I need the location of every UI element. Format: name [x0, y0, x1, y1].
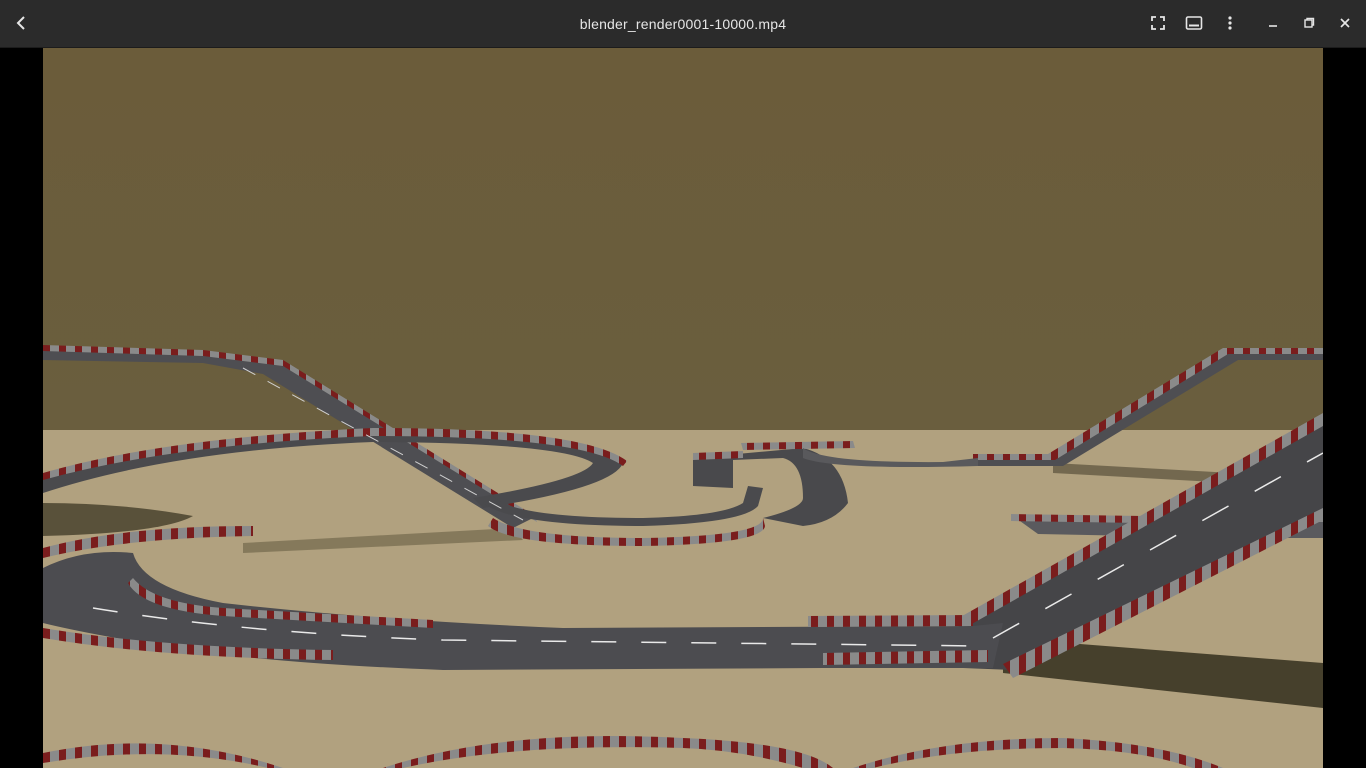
back-button[interactable] — [6, 8, 36, 38]
menu-button[interactable] — [1215, 8, 1245, 38]
restore-button[interactable] — [1294, 8, 1324, 38]
close-icon — [1340, 18, 1350, 28]
restore-icon — [1304, 17, 1315, 28]
video-render-scene — [43, 48, 1323, 768]
minimize-button[interactable] — [1258, 8, 1288, 38]
track-barrier — [808, 615, 973, 627]
fullscreen-icon — [1151, 16, 1165, 30]
fullscreen-button[interactable] — [1143, 8, 1173, 38]
close-button[interactable] — [1330, 8, 1360, 38]
video-frame[interactable] — [43, 48, 1323, 768]
video-stage[interactable] — [0, 48, 1366, 768]
title-bar: blender_render0001-10000.mp4 — [0, 0, 1366, 48]
subtitles-icon — [1185, 16, 1203, 30]
kebab-menu-icon — [1228, 16, 1232, 30]
sky — [43, 48, 1323, 438]
subtitles-button[interactable] — [1179, 8, 1209, 38]
window-title: blender_render0001-10000.mp4 — [579, 15, 787, 32]
minimize-icon — [1269, 25, 1277, 27]
back-arrow-icon — [16, 16, 25, 30]
